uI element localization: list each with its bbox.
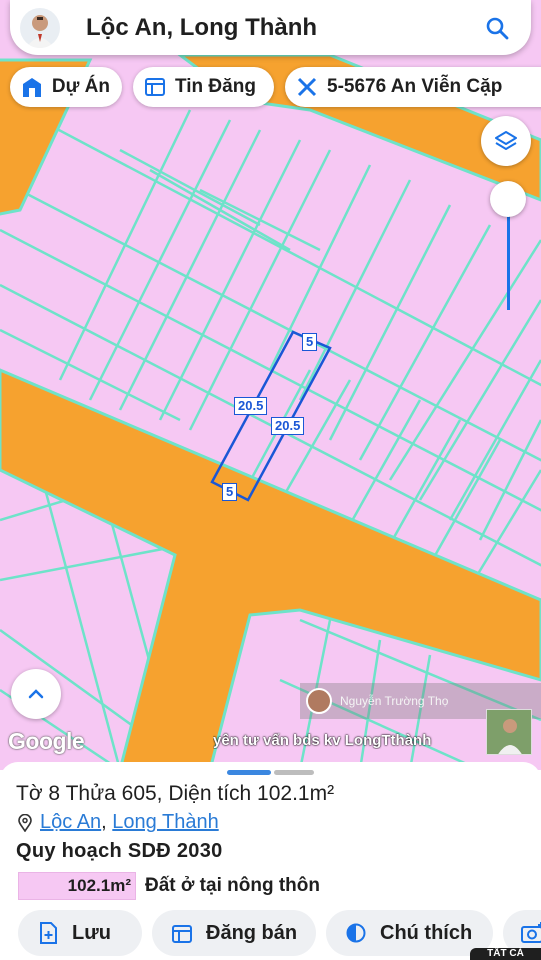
google-attribution: Google: [8, 728, 85, 754]
map-view[interactable]: 5 20.5 20.5 5 Lộc An, Long Thành Dự Án T…: [0, 0, 541, 770]
land-area-swatch: 102.1m²: [18, 872, 136, 900]
action-label: Đăng bán: [206, 921, 298, 944]
layers-button[interactable]: [481, 116, 531, 166]
commune-link[interactable]: Lộc An: [40, 811, 101, 834]
parcel-info-sheet[interactable]: Tờ 8 Thửa 605, Diện tích 102.1m² Lộc An,…: [0, 762, 541, 960]
user-photo-thumbnail[interactable]: [486, 709, 532, 755]
land-type-label: Đất ở tại nông thôn: [145, 875, 320, 896]
contrast-icon: [344, 921, 368, 945]
listing-icon: [143, 75, 167, 99]
plot-dimension-bottom: 5: [222, 483, 238, 501]
search-icon[interactable]: [477, 8, 517, 48]
chip-label: 5-5676 An Viễn Cặp: [327, 76, 503, 97]
avatar[interactable]: [20, 7, 60, 48]
calendar-icon: [170, 921, 194, 945]
save-button[interactable]: Lưu: [18, 910, 142, 956]
land-use-row: 102.1m² Đất ở tại nông thôn: [18, 872, 320, 900]
plot-dimension-left: 20.5: [234, 397, 268, 415]
chip-label: Tin Đăng: [175, 76, 256, 97]
parcel-title: Tờ 8 Thửa 605, Diện tích 102.1m²: [16, 782, 335, 805]
search-bar[interactable]: Lộc An, Long Thành: [10, 0, 531, 55]
chip-tin-dang[interactable]: Tin Đăng: [133, 67, 274, 107]
chip-measurement[interactable]: 5-5676 An Viễn Cặp: [285, 67, 541, 107]
sheet-handle[interactable]: [227, 770, 271, 775]
layers-icon: [495, 131, 517, 150]
marquee-text: yên tư vấn bds kv LongTthành: [213, 732, 432, 749]
district-link[interactable]: Long Thành: [112, 811, 218, 834]
plan-title: Quy hoạch SDĐ 2030: [16, 840, 223, 862]
add-file-icon: [36, 921, 60, 945]
plot-dimension-top: 5: [302, 333, 318, 351]
search-query[interactable]: Lộc An, Long Thành: [86, 14, 477, 42]
plot-dimension-right: 20.5: [271, 417, 305, 435]
camera-add-icon: [521, 921, 541, 945]
location-separator: ,: [101, 811, 113, 833]
location-line: Lộc An, Long Thành: [18, 811, 219, 834]
legend-button[interactable]: Chú thích: [326, 910, 493, 956]
chevron-up-icon: [28, 689, 44, 699]
ruler-icon: [295, 75, 319, 99]
map-pin-icon: [18, 813, 32, 832]
building-icon: [20, 75, 44, 99]
post-for-sale-button[interactable]: Đăng bán: [152, 910, 316, 956]
action-label: Chú thích: [380, 921, 473, 944]
user-name: Nguyễn Trường Thọ: [340, 694, 449, 708]
action-label: Lưu: [72, 921, 111, 944]
user-avatar: [306, 688, 332, 714]
chip-label: Dự Án: [51, 76, 110, 97]
map-canvas: [0, 0, 541, 770]
opacity-slider-thumb[interactable]: [490, 181, 526, 217]
sheet-handle-secondary[interactable]: [274, 770, 314, 775]
chip-du-an[interactable]: Dự Án: [10, 67, 122, 107]
expand-up-button[interactable]: [11, 669, 61, 719]
all-tag[interactable]: TẤT CẢ: [470, 948, 541, 960]
